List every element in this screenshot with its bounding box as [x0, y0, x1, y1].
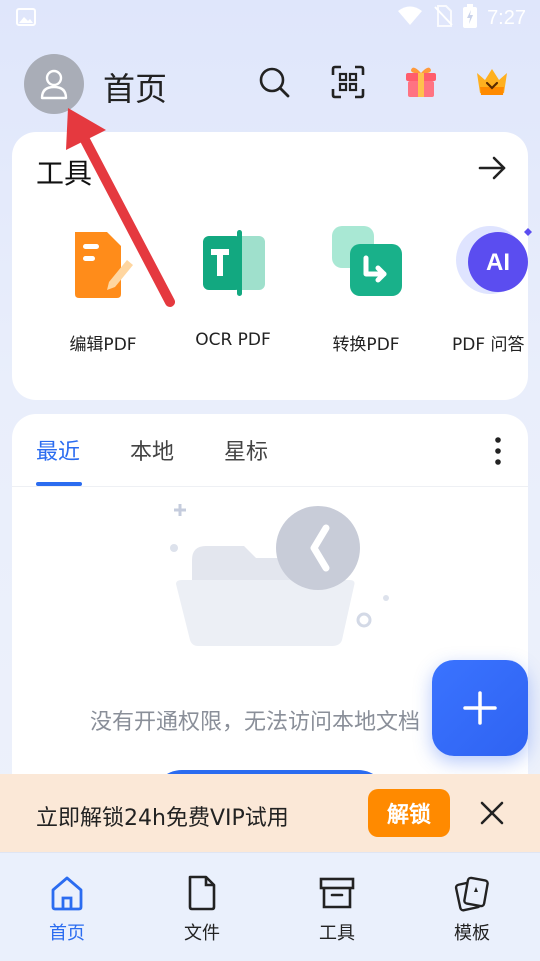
- no-sim-icon: [433, 5, 453, 31]
- vip-trial-banner: 立即解锁24h免费VIP试用 解锁: [0, 774, 540, 852]
- tools-title: 工具: [36, 157, 93, 190]
- nav-label: 模板: [454, 923, 490, 944]
- svg-text:AI: AI: [486, 249, 510, 276]
- more-vertical-icon: [495, 437, 501, 465]
- status-icons: 7:27: [397, 4, 526, 32]
- vip-banner-text: 立即解锁24h免费VIP试用: [36, 806, 289, 831]
- close-banner-button[interactable]: [478, 799, 506, 827]
- nav-tools[interactable]: 工具: [287, 873, 387, 945]
- tools-card: 工具 编辑PDF OCR PDF 转换PDF AI PDF 问答: [12, 132, 532, 400]
- tool-label: 编辑PDF: [69, 335, 137, 355]
- nav-label: 工具: [319, 923, 355, 944]
- tool-label: OCR PDF: [195, 330, 271, 350]
- vip-crown-button[interactable]: [474, 64, 510, 100]
- search-button[interactable]: [256, 64, 292, 100]
- crown-icon: [477, 69, 507, 95]
- empty-folder-illustration: [162, 500, 402, 660]
- tab-recent[interactable]: 最近: [36, 434, 80, 466]
- gift-icon: [406, 67, 436, 97]
- gallery-notification-icon: [16, 8, 36, 26]
- page-title: 首页: [103, 70, 168, 108]
- nav-label: 首页: [49, 923, 85, 944]
- unlock-button[interactable]: 解锁: [368, 789, 450, 837]
- nav-home[interactable]: 首页: [17, 873, 117, 945]
- scan-button[interactable]: [330, 64, 366, 100]
- tool-label: 转换PDF: [332, 335, 400, 355]
- wifi-icon: [397, 6, 423, 30]
- close-icon: [480, 801, 504, 825]
- tools-row: 编辑PDF OCR PDF 转换PDF AI PDF 问答: [12, 224, 532, 364]
- more-options-button[interactable]: [492, 436, 504, 466]
- home-icon: [47, 873, 87, 913]
- convert-pdf-icon: [326, 224, 406, 304]
- tool-ai-pdf[interactable]: AI PDF 问答: [434, 224, 540, 355]
- search-icon: [259, 67, 290, 98]
- ai-pdf-icon: AI: [454, 224, 534, 304]
- file-tabs: 最近 本地 星标: [12, 414, 528, 487]
- edit-pdf-icon: [63, 224, 143, 304]
- nav-label: 文件: [184, 923, 220, 944]
- user-icon: [40, 69, 68, 100]
- active-tab-indicator: [36, 482, 82, 486]
- bottom-navigation: 首页 文件 工具 模板: [0, 852, 540, 961]
- app-header: 首页: [0, 50, 540, 120]
- tool-ocr-pdf[interactable]: OCR PDF: [168, 224, 298, 350]
- file-icon: [182, 873, 222, 913]
- empty-state-message: 没有开通权限，无法访问本地文档: [90, 710, 421, 735]
- status-bar: 7:27: [0, 0, 540, 36]
- toolbox-icon: [317, 873, 357, 913]
- ocr-pdf-icon: [193, 224, 273, 304]
- gift-button[interactable]: [403, 64, 439, 100]
- tab-starred[interactable]: 星标: [224, 434, 268, 466]
- arrow-right-icon: [478, 156, 506, 180]
- scan-qr-icon: [331, 65, 365, 99]
- template-icon: [452, 873, 492, 913]
- clock: 7:27: [487, 6, 526, 29]
- add-button[interactable]: [432, 660, 528, 756]
- files-card: 最近 本地 星标 没有开通权限，无法访问本地文档: [12, 414, 528, 834]
- tab-local[interactable]: 本地: [130, 434, 174, 466]
- tools-more-button[interactable]: [476, 152, 508, 184]
- nav-templates[interactable]: 模板: [422, 873, 522, 945]
- tool-edit-pdf[interactable]: 编辑PDF: [38, 224, 168, 355]
- avatar[interactable]: [24, 54, 84, 114]
- tool-label: PDF 问答: [452, 335, 525, 355]
- plus-icon: [463, 691, 497, 725]
- battery-icon: [463, 4, 478, 32]
- nav-files[interactable]: 文件: [152, 873, 252, 945]
- tool-convert-pdf[interactable]: 转换PDF: [301, 224, 431, 355]
